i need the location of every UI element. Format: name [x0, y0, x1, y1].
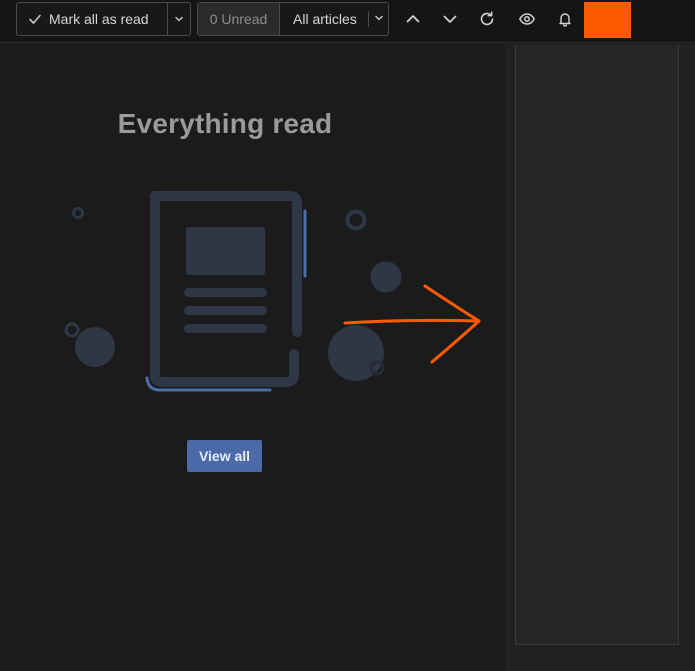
view-mode-button[interactable]	[515, 7, 539, 31]
chevron-down-icon	[175, 16, 183, 22]
side-panel	[505, 44, 695, 671]
bubble-ring-top-right	[345, 209, 367, 231]
unread-count-badge: 0 Unread	[198, 3, 280, 35]
article-filter-group: 0 Unread All articles	[197, 2, 389, 36]
eye-icon	[519, 13, 535, 25]
book-line-3	[184, 324, 267, 333]
bubble-ring-small	[72, 207, 84, 219]
book-cover-image	[186, 227, 265, 275]
previous-article-button[interactable]	[401, 7, 425, 31]
chevron-down-icon	[443, 15, 457, 23]
side-panel-content	[515, 44, 679, 645]
articles-filter-label: All articles	[293, 11, 357, 27]
chevron-down-icon	[375, 15, 383, 21]
bubble-dot-left	[75, 327, 115, 367]
refresh-icon	[480, 11, 494, 26]
bell-icon	[559, 13, 571, 27]
book-line-1	[184, 288, 267, 297]
mark-read-button-group: Mark all as read	[16, 2, 191, 36]
mark-read-options-dropdown[interactable]	[167, 3, 190, 35]
bubble-ring-left	[64, 322, 80, 338]
empty-reading-list-illustration	[64, 191, 402, 392]
articles-filter-select[interactable]: All articles	[280, 3, 388, 35]
view-all-button[interactable]: View all	[187, 440, 262, 472]
mark-all-as-read-button[interactable]: Mark all as read	[17, 3, 167, 35]
select-divider	[368, 11, 369, 27]
unread-count-label: 0 Unread	[209, 11, 268, 27]
book-line-2	[184, 306, 267, 315]
notifications-button[interactable]	[553, 7, 577, 31]
check-icon	[29, 14, 41, 24]
app-window: Mark all as read 0 Unread All articles E…	[0, 0, 695, 671]
chevron-up-icon	[406, 15, 420, 23]
bubble-dot-right	[370, 261, 402, 293]
article-list-empty-state: Everything read View all	[0, 44, 505, 671]
accent-highlight-box[interactable]	[584, 2, 631, 38]
mark-all-as-read-label: Mark all as read	[49, 11, 149, 27]
refresh-button[interactable]	[475, 7, 499, 31]
next-article-button[interactable]	[438, 7, 462, 31]
toolbar: Mark all as read 0 Unread All articles	[0, 0, 695, 43]
